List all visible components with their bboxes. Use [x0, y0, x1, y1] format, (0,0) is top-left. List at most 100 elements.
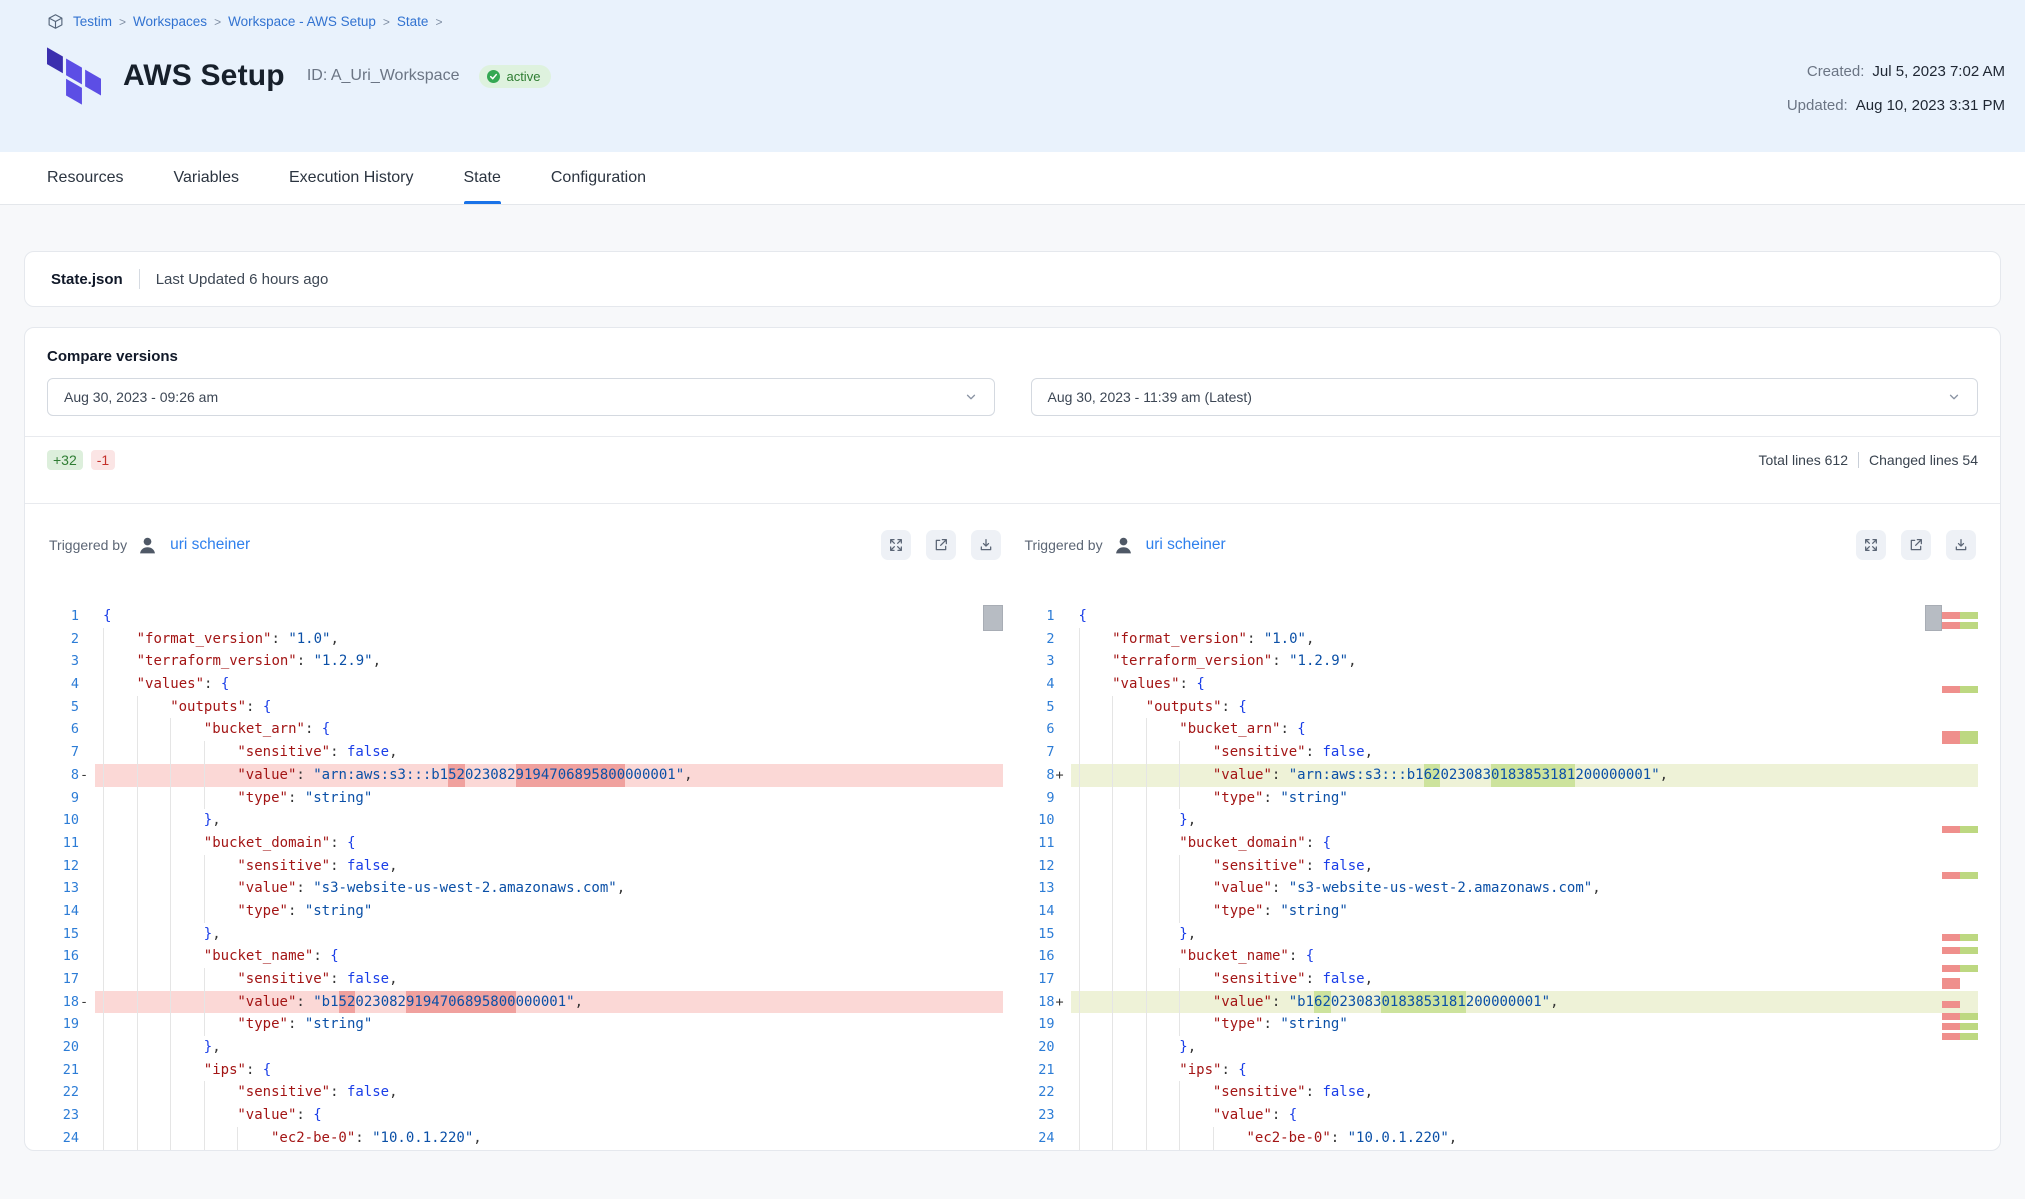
line-number: 7: [47, 741, 95, 764]
indent-guide: [1079, 650, 1113, 673]
line-number: 10: [1023, 809, 1071, 832]
indent-guide: [137, 1127, 171, 1150]
indent-guide: [1079, 741, 1113, 764]
indent-guide: [170, 1150, 204, 1152]
indent-guide: [137, 968, 171, 991]
added-lines-badge: +32: [47, 450, 83, 470]
indent-guide: [1079, 628, 1113, 651]
scrollbar-thumb[interactable]: [1925, 605, 1942, 631]
line-number: 13: [1023, 877, 1071, 900]
expand-button[interactable]: [1856, 530, 1886, 560]
line-number: 21: [47, 1059, 95, 1082]
code-line: 15},: [47, 923, 1003, 946]
indent-guide: [1079, 968, 1113, 991]
open-in-new-tab-button[interactable]: [1901, 530, 1931, 560]
updated-row: Updated:Aug 10, 2023 3:31 PM: [1787, 89, 2005, 123]
indent-guide: [103, 1081, 137, 1104]
line-number: 19: [1023, 1013, 1071, 1036]
ruler-mark-changed: [1942, 965, 1978, 972]
line-number: 18-: [47, 991, 95, 1014]
indent-guide: [103, 1059, 137, 1082]
indent-guide: [103, 945, 137, 968]
line-number: 23: [1023, 1104, 1071, 1127]
line-number: 2: [47, 628, 95, 651]
indent-guide: [1146, 764, 1180, 787]
indent-guide: [170, 991, 204, 1014]
indent-guide: [1079, 787, 1113, 810]
indent-guide: [1112, 877, 1146, 900]
breadcrumb-link[interactable]: Workspace - AWS Setup: [228, 14, 376, 29]
indent-guide: [137, 945, 171, 968]
line-number: 3: [47, 650, 95, 673]
line-number: 3: [1023, 650, 1071, 673]
line-number: 9: [1023, 787, 1071, 810]
indent-guide: [170, 855, 204, 878]
code-line: 19"type": "string": [47, 1013, 1003, 1036]
line-number: 10: [47, 809, 95, 832]
open-in-new-tab-button[interactable]: [926, 530, 956, 560]
indent-guide: [137, 1059, 171, 1082]
line-number: 20: [47, 1036, 95, 1059]
indent-guide: [1179, 1081, 1213, 1104]
tab-configuration[interactable]: Configuration: [551, 152, 646, 204]
breadcrumb-link[interactable]: State: [397, 14, 429, 29]
code-line: 25"ec2-be-1": "10.0.1.59": [47, 1150, 1003, 1152]
download-button[interactable]: [1946, 530, 1976, 560]
version-select-left[interactable]: Aug 30, 2023 - 09:26 am: [47, 378, 995, 416]
tab-variables[interactable]: Variables: [173, 152, 239, 204]
indent-guide: [1079, 1036, 1113, 1059]
download-button[interactable]: [971, 530, 1001, 560]
code-line: 17"sensitive": false,: [47, 968, 1003, 991]
ruler-mark-changed: [1942, 686, 1978, 693]
scrollbar-thumb[interactable]: [983, 605, 1003, 631]
indent-guide: [137, 809, 171, 832]
breadcrumb-separator: >: [435, 15, 442, 29]
expand-icon: [888, 537, 904, 553]
indent-guide: [1146, 968, 1180, 991]
diff-stats-row: +32 -1 Total lines 612 Changed lines 54: [47, 437, 1978, 483]
indent-guide: [1179, 855, 1213, 878]
indent-guide: [1112, 1104, 1146, 1127]
triggered-by-label: Triggered by: [49, 537, 127, 553]
breadcrumb-separator: >: [214, 15, 221, 29]
state-file-card: State.json Last Updated 6 hours ago: [24, 251, 2001, 307]
tab-state[interactable]: State: [464, 152, 501, 204]
indent-guide: [204, 968, 238, 991]
code-line: 7"sensitive": false,: [1023, 741, 1979, 764]
indent-guide: [1146, 787, 1180, 810]
line-number: 16: [1023, 945, 1071, 968]
indent-guide: [1146, 718, 1180, 741]
breadcrumb-link[interactable]: Testim: [73, 14, 112, 29]
indent-guide: [137, 1150, 171, 1152]
created-row: Created:Jul 5, 2023 7:02 AM: [1787, 55, 2005, 89]
code-line: 11"bucket_domain": {: [47, 832, 1003, 855]
indent-guide: [1112, 1059, 1146, 1082]
ruler-mark-changed: [1942, 947, 1978, 954]
code-line: 22"sensitive": false,: [47, 1081, 1003, 1104]
indent-guide: [103, 1150, 137, 1152]
breadcrumb-link[interactable]: Workspaces: [133, 14, 207, 29]
triggered-by-user-link[interactable]: uri scheiner: [1146, 536, 1226, 554]
indent-guide: [137, 787, 171, 810]
indent-guide: [137, 1104, 171, 1127]
indent-guide: [204, 855, 238, 878]
tab-execution-history[interactable]: Execution History: [289, 152, 414, 204]
indent-guide: [137, 1036, 171, 1059]
version-select-right[interactable]: Aug 30, 2023 - 11:39 am (Latest): [1031, 378, 1979, 416]
indent-guide: [1112, 1081, 1146, 1104]
line-number: 11: [47, 832, 95, 855]
ruler-mark-changed: [1942, 826, 1978, 833]
line-number: 8-: [47, 764, 95, 787]
indent-guide: [1079, 809, 1113, 832]
expand-button[interactable]: [881, 530, 911, 560]
ruler-mark-removed: [1942, 1001, 1978, 1008]
triggered-by-user-link[interactable]: uri scheiner: [170, 536, 250, 554]
indent-guide: [1079, 696, 1113, 719]
indent-guide: [170, 968, 204, 991]
chevron-down-icon: [1947, 390, 1961, 404]
line-number: 1: [1023, 605, 1071, 628]
line-number: 6: [1023, 718, 1071, 741]
line-number: 4: [1023, 673, 1071, 696]
ruler-mark-changed: [1942, 934, 1978, 941]
tab-resources[interactable]: Resources: [47, 152, 123, 204]
